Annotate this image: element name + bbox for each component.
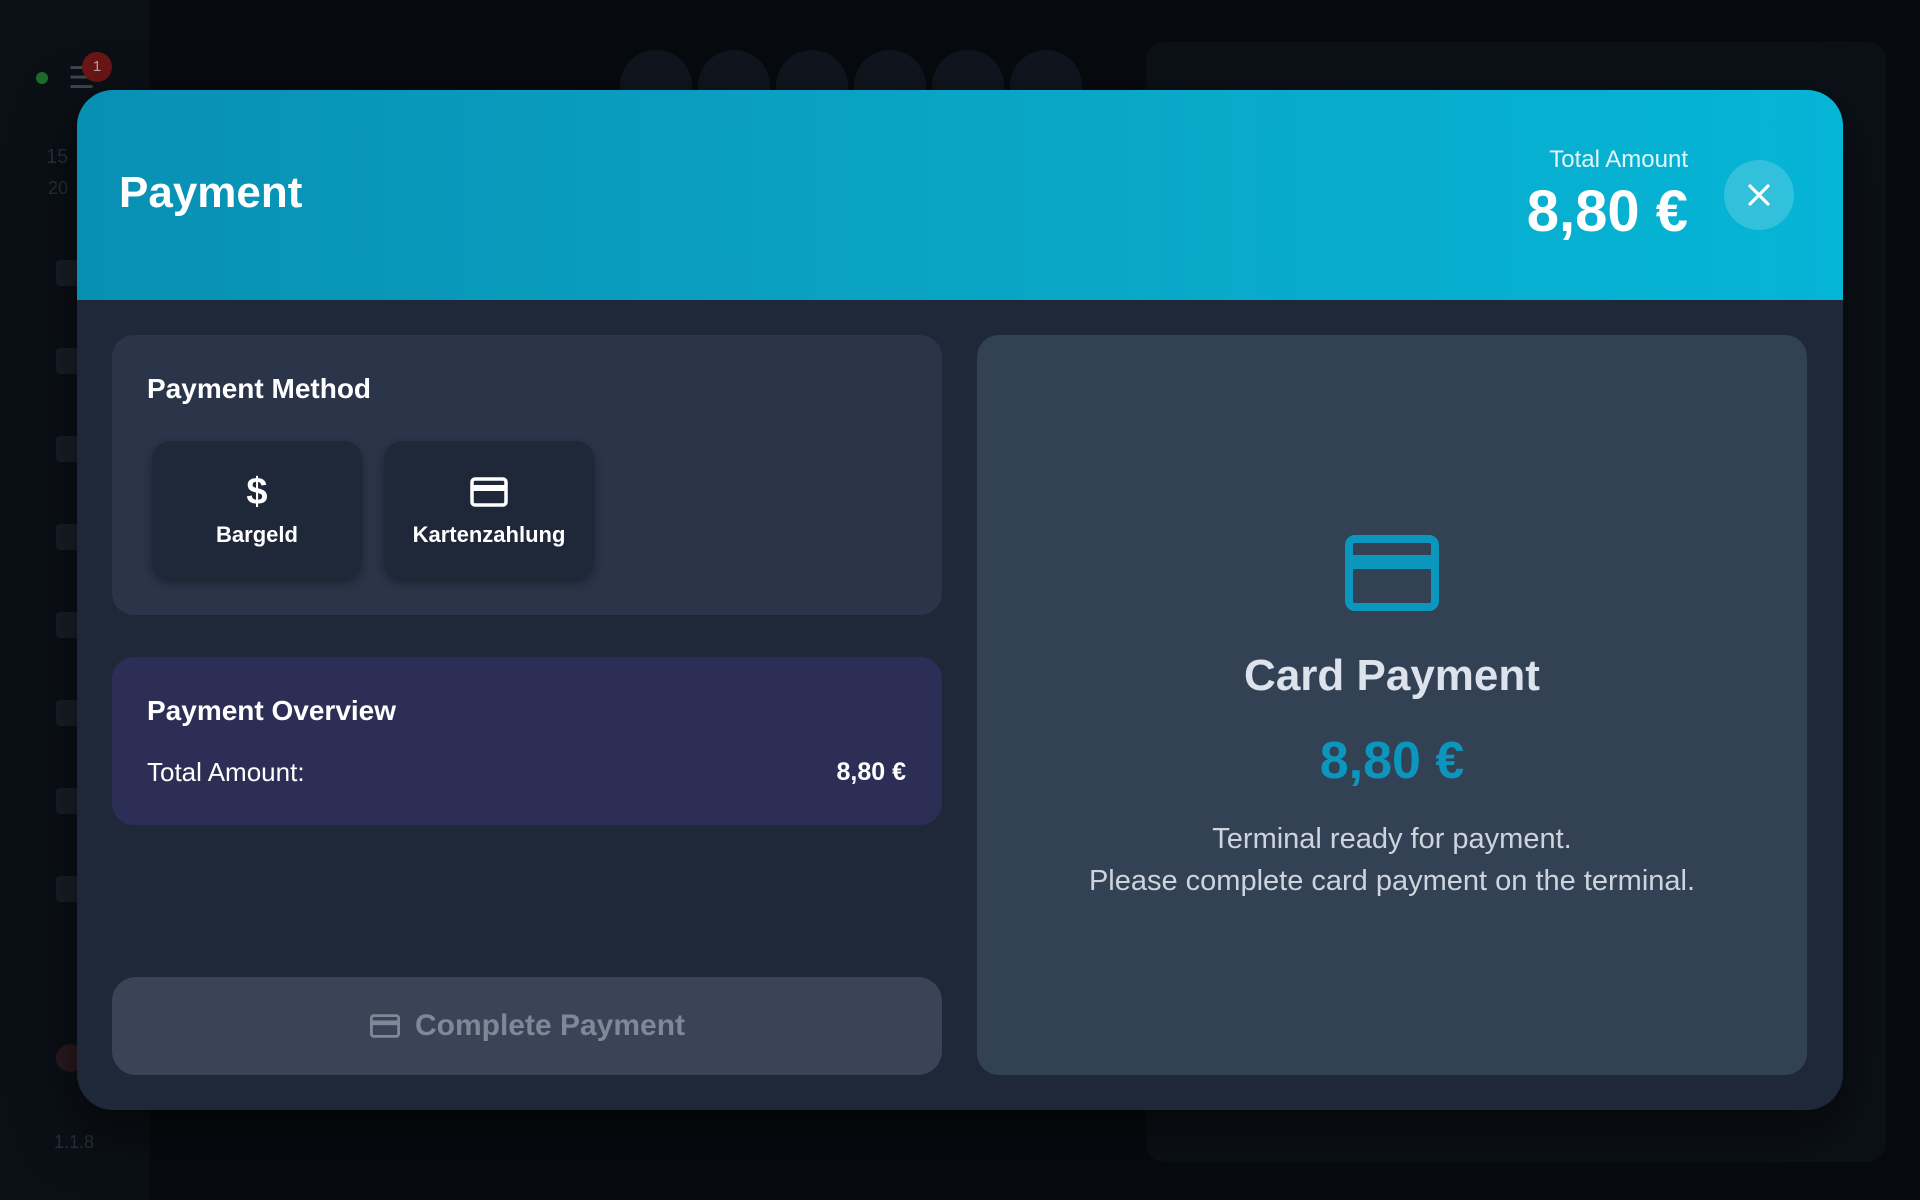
credit-card-icon bbox=[369, 1014, 400, 1038]
overview-total-row: Total Amount: 8,80 € bbox=[147, 757, 906, 788]
total-amount-label: Total Amount bbox=[1549, 146, 1688, 173]
card-payment-label: Kartenzahlung bbox=[412, 522, 566, 547]
total-amount-value: 8,80 € bbox=[1526, 179, 1688, 244]
card-payment-panel: Card Payment 8,80 € Terminal ready for p… bbox=[977, 335, 1807, 1075]
overview-total-label: Total Amount: bbox=[147, 757, 305, 787]
payment-method-title: Payment Method bbox=[147, 373, 372, 404]
complete-payment-button[interactable]: Complete Payment bbox=[112, 977, 942, 1075]
overview-total-value: 8,80 € bbox=[836, 758, 906, 786]
card-payment-button[interactable]: Kartenzahlung bbox=[384, 441, 594, 579]
modal-header: Payment Total Amount 8,80 € bbox=[77, 90, 1843, 300]
card-payment-title: Card Payment bbox=[1244, 651, 1540, 700]
clock-date: 20 bbox=[48, 178, 69, 198]
card-payment-amount: 8,80 € bbox=[1319, 732, 1465, 790]
payment-method-card: Payment Method $ Bargeld Kartenzahlung bbox=[112, 335, 942, 615]
status-dot bbox=[36, 72, 48, 84]
terminal-status-message: Terminal ready for payment. bbox=[1212, 823, 1572, 855]
terminal-instruction-message: Please complete card payment on the term… bbox=[1088, 865, 1696, 897]
dollar-icon: $ bbox=[246, 471, 268, 513]
cash-payment-button[interactable]: $ Bargeld bbox=[152, 441, 362, 579]
modal-title: Payment bbox=[119, 168, 303, 217]
close-icon bbox=[1748, 184, 1770, 206]
payment-modal: Payment Total Amount 8,80 € Payment Meth… bbox=[77, 90, 1843, 1110]
payment-overview-title: Payment Overview bbox=[147, 695, 397, 726]
app-version: 1.1.8 bbox=[54, 1132, 95, 1152]
close-button[interactable] bbox=[1724, 160, 1794, 230]
credit-card-icon bbox=[1345, 535, 1439, 611]
credit-card-icon bbox=[470, 477, 508, 507]
complete-payment-label: Complete Payment bbox=[414, 1009, 686, 1042]
payment-overview-card: Payment Overview Total Amount: 8,80 € bbox=[112, 657, 942, 825]
cash-payment-label: Bargeld bbox=[216, 522, 298, 547]
clock-time: 15 bbox=[46, 146, 69, 168]
notification-badge: 1 bbox=[82, 52, 112, 82]
